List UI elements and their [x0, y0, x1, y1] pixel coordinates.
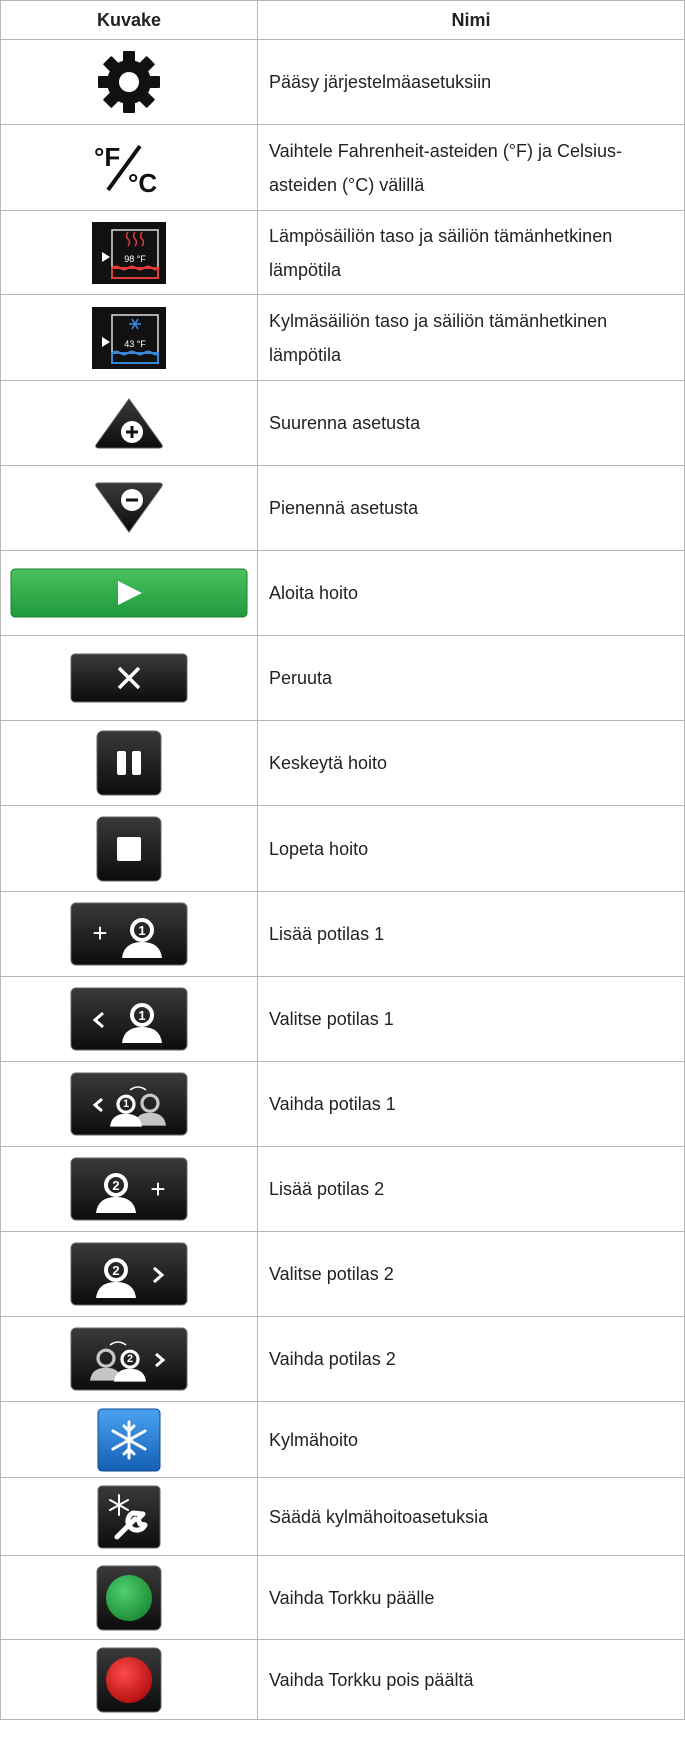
table-row: Peruuta: [0, 635, 685, 721]
name-column-header: Nimi: [257, 0, 685, 40]
row-name: Valitse potilas 1: [257, 976, 685, 1062]
add-patient-2-icon[interactable]: 2 +: [70, 1157, 188, 1221]
svg-text:2: 2: [112, 1263, 119, 1278]
table-row: Vaihda Torkku päälle: [0, 1555, 685, 1640]
row-name: Keskeytä hoito: [257, 720, 685, 806]
table-row: Keskeytä hoito: [0, 720, 685, 806]
table-row: °F °C Vaihtele Fahrenheit-asteiden (°F) …: [0, 124, 685, 211]
table-row: Lopeta hoito: [0, 805, 685, 892]
table-row: 1 Valitse potilas 1: [0, 976, 685, 1062]
increase-triangle-icon[interactable]: [92, 395, 166, 451]
cancel-x-button-icon[interactable]: [70, 653, 188, 703]
switch-patient-1-icon[interactable]: 1: [70, 1072, 188, 1136]
start-play-button-icon[interactable]: [10, 568, 248, 618]
table-row: 43 °F Kylmäsäiliön taso ja säiliön tämän…: [0, 294, 685, 381]
row-name: Lämpösäiliön taso ja säiliön tämänhetkin…: [257, 210, 685, 295]
select-patient-1-icon[interactable]: 1: [70, 987, 188, 1051]
svg-text:°C: °C: [128, 168, 157, 196]
table-row: 1 Vaihda potilas 1: [0, 1061, 685, 1147]
gear-icon: [98, 51, 160, 113]
svg-text:1: 1: [138, 923, 145, 938]
table-row: 2 + Lisää potilas 2: [0, 1146, 685, 1232]
row-name: Suurenna asetusta: [257, 380, 685, 466]
row-name: Kylmähoito: [257, 1401, 685, 1478]
svg-text:2: 2: [127, 1353, 133, 1365]
row-name: Vaihda potilas 1: [257, 1061, 685, 1147]
icon-column-header: Kuvake: [0, 0, 258, 40]
row-name: Vaihda Torkku päälle: [257, 1555, 685, 1640]
svg-text:1: 1: [138, 1008, 145, 1023]
row-name: Aloita hoito: [257, 550, 685, 636]
svg-text:1: 1: [123, 1098, 129, 1110]
decrease-triangle-icon[interactable]: [92, 480, 166, 536]
row-name: Lisää potilas 1: [257, 891, 685, 977]
table-row: Pääsy järjestelmäasetuksiin: [0, 39, 685, 125]
snooze-on-green-icon[interactable]: [96, 1565, 162, 1631]
table-row: 2 Valitse potilas 2: [0, 1231, 685, 1317]
row-name: Peruuta: [257, 635, 685, 721]
row-name: Vaihtele Fahrenheit-asteiden (°F) ja Cel…: [257, 124, 685, 211]
table-row: Vaihda Torkku pois päältä: [0, 1639, 685, 1720]
table-row: Suurenna asetusta: [0, 380, 685, 466]
fahrenheit-celsius-icon: °F °C: [94, 142, 157, 196]
cold-reservoir-icon: 43 °F: [92, 306, 166, 369]
svg-text:+: +: [92, 918, 107, 948]
svg-text:°F: °F: [94, 142, 120, 172]
table-row: 98 °F Lämpösäiliön taso ja säiliön tämän…: [0, 210, 685, 295]
table-row: 2 Vaihda potilas 2: [0, 1316, 685, 1402]
pause-button-icon[interactable]: [96, 730, 162, 796]
header-row: Kuvake Nimi: [0, 0, 685, 40]
svg-text:2: 2: [112, 1178, 119, 1193]
stop-button-icon[interactable]: [96, 816, 162, 882]
row-name: Pienennä asetusta: [257, 465, 685, 551]
table-row: Säädä kylmähoitoasetuksia: [0, 1477, 685, 1556]
icon-table: Kuvake Nimi Pääsy järjestelmäasetuksiin: [0, 0, 685, 1720]
row-name: Lopeta hoito: [257, 805, 685, 892]
table-row: + 1 Lisää potilas 1: [0, 891, 685, 977]
table-row: Pienennä asetusta: [0, 465, 685, 551]
svg-text:+: +: [150, 1174, 165, 1204]
cold-reservoir-temp: 43 °F: [124, 339, 146, 349]
heat-reservoir-temp: 98 °F: [124, 254, 146, 264]
select-patient-2-icon[interactable]: 2: [70, 1242, 188, 1306]
row-name: Vaihda potilas 2: [257, 1316, 685, 1402]
row-name: Pääsy järjestelmäasetuksiin: [257, 39, 685, 125]
row-name: Lisää potilas 2: [257, 1146, 685, 1232]
add-patient-1-icon[interactable]: + 1: [70, 902, 188, 966]
cold-therapy-settings-icon[interactable]: [97, 1485, 161, 1549]
snooze-off-red-icon[interactable]: [96, 1647, 162, 1713]
table-row: Kylmähoito: [0, 1401, 685, 1478]
cold-therapy-snowflake-icon[interactable]: [97, 1408, 161, 1472]
row-name: Vaihda Torkku pois päältä: [257, 1639, 685, 1720]
row-name: Valitse potilas 2: [257, 1231, 685, 1317]
row-name: Säädä kylmähoitoasetuksia: [257, 1477, 685, 1556]
table-row: Aloita hoito: [0, 550, 685, 636]
row-name: Kylmäsäiliön taso ja säiliön tämänhetkin…: [257, 294, 685, 381]
heat-reservoir-icon: 98 °F: [92, 221, 166, 284]
switch-patient-2-icon[interactable]: 2: [70, 1327, 188, 1391]
